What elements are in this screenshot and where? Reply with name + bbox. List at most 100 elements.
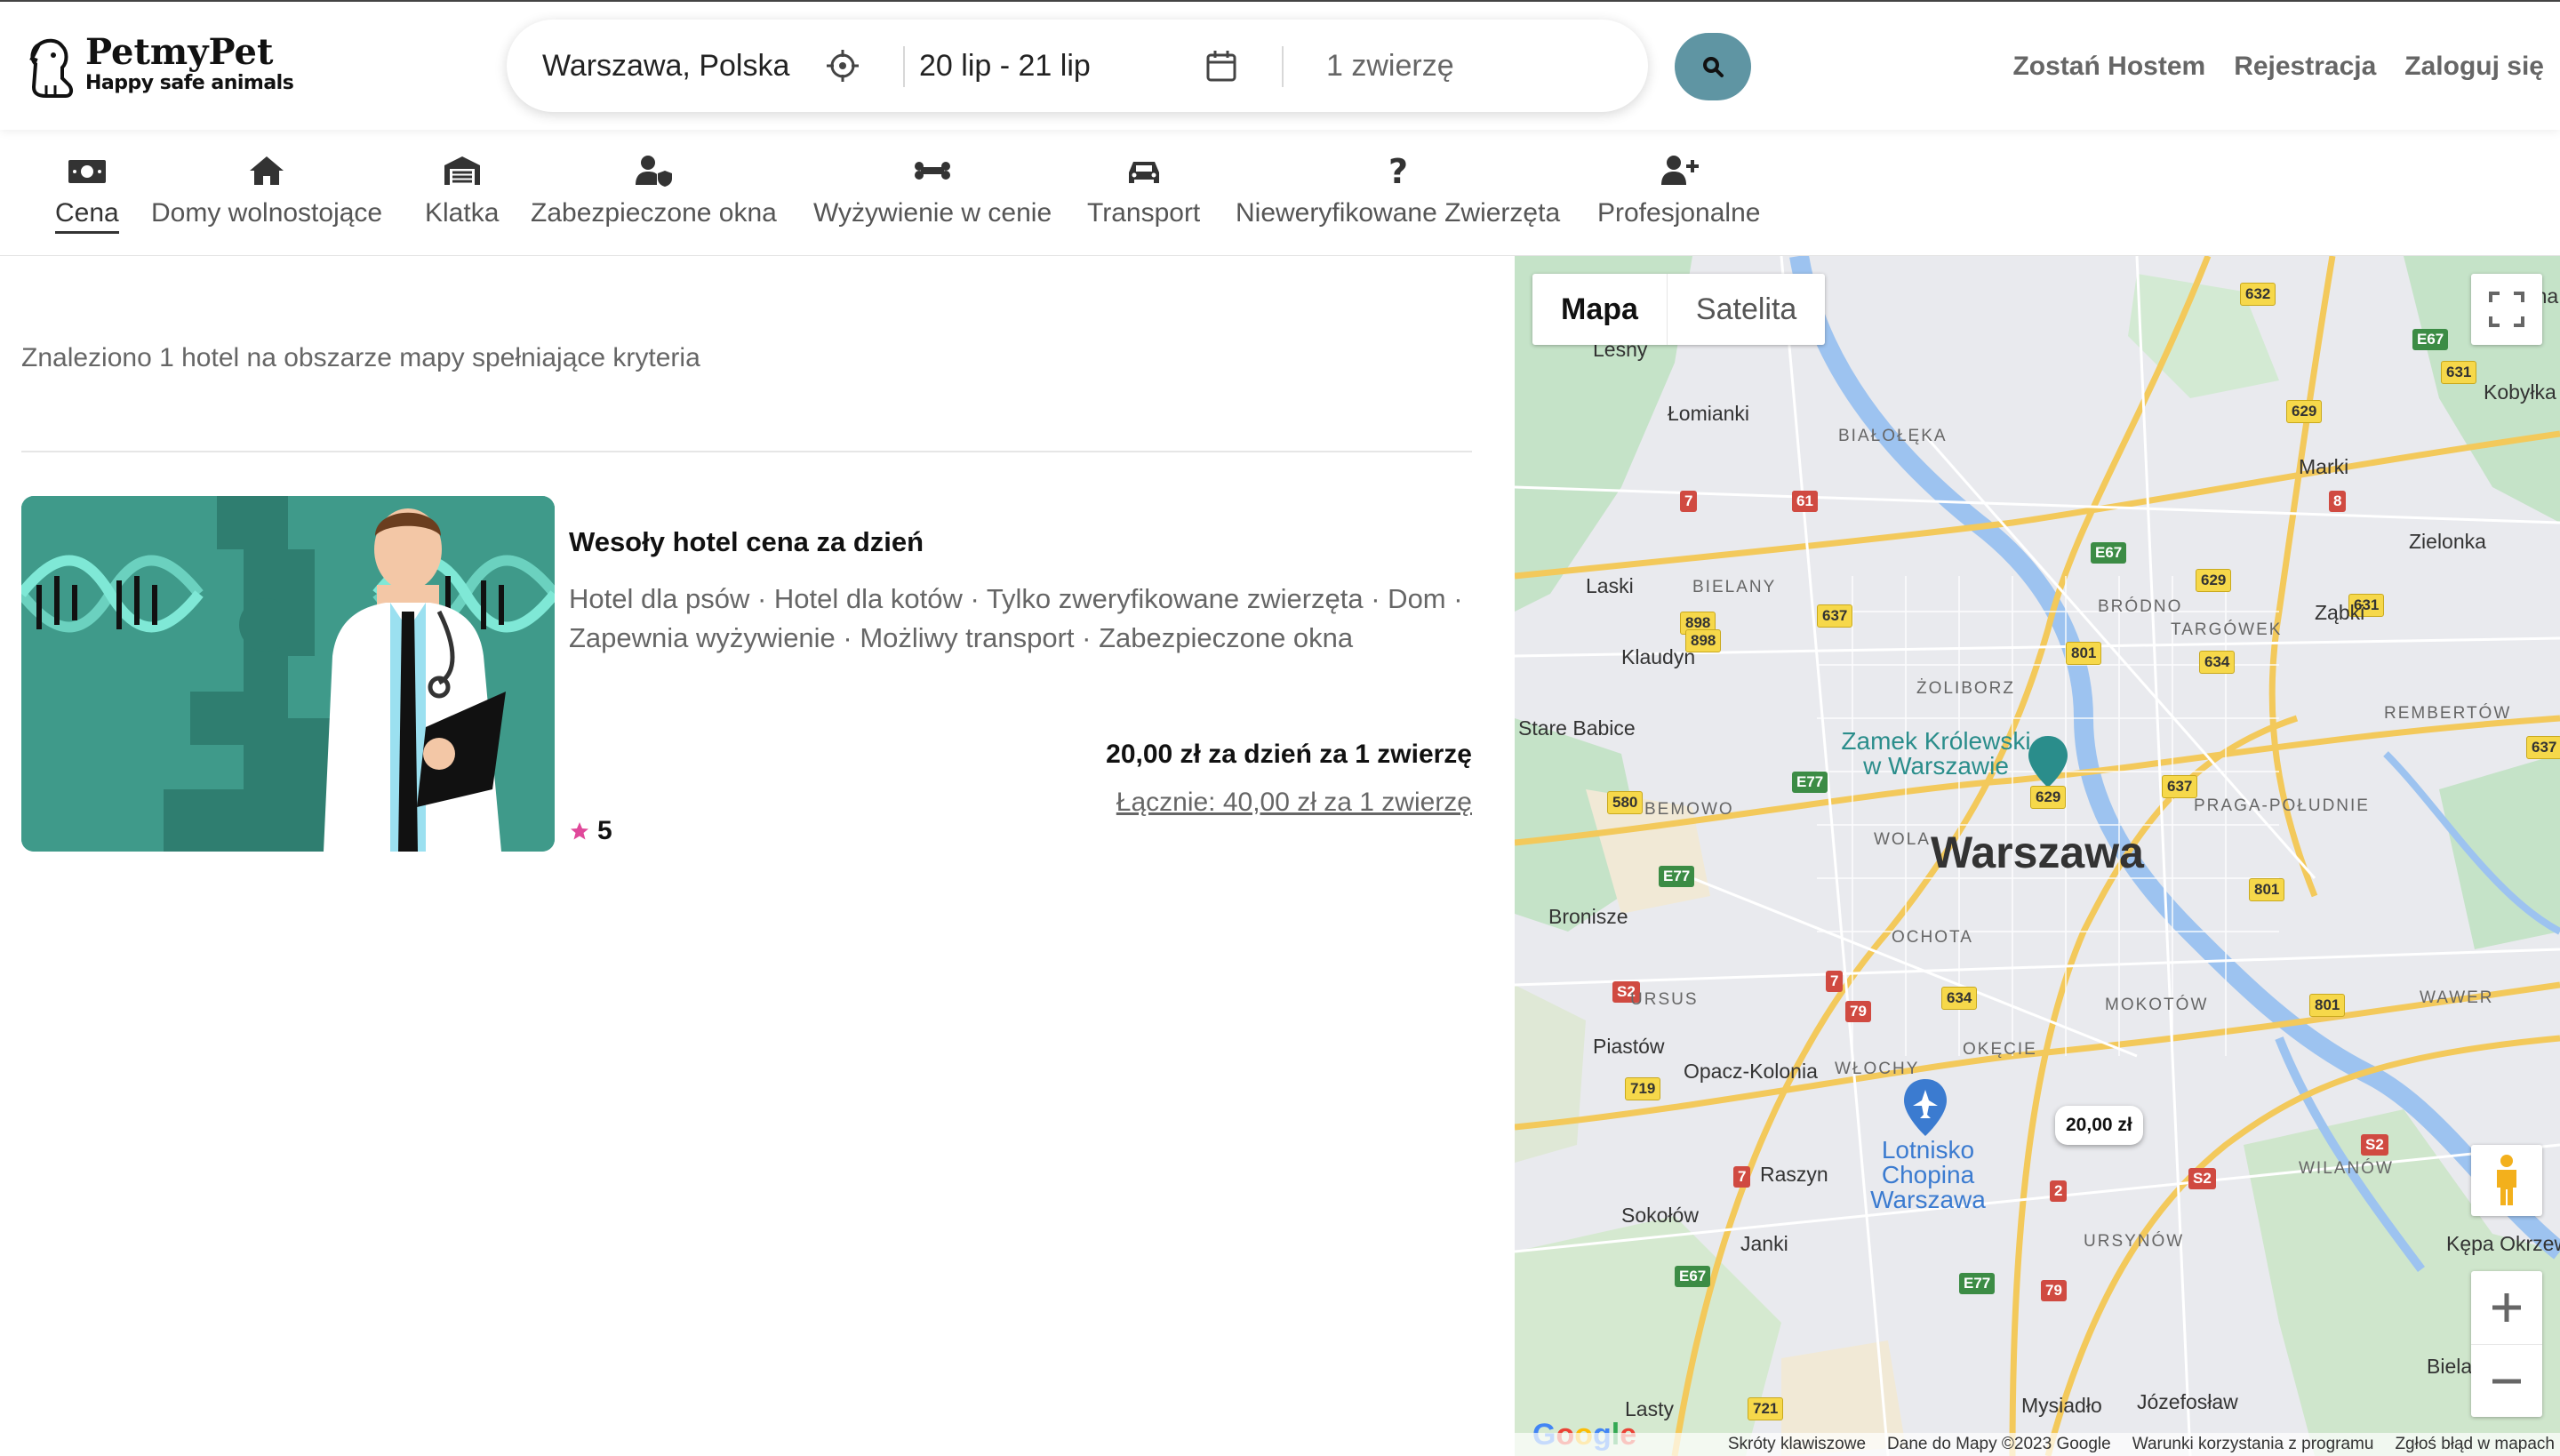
map-district-label: BIAŁOŁĘKA xyxy=(1838,427,1948,445)
road-shield: 637 xyxy=(2162,775,2198,798)
search-bar: Warszawa, Polska 20 lip - 21 lip 1 zwier… xyxy=(507,20,1648,112)
zoom-in-button[interactable] xyxy=(2471,1271,2542,1344)
hotel-price: 20,00 zł za dzień za 1 zwierzę xyxy=(1106,740,1472,769)
divider xyxy=(21,451,1472,452)
map-district-label: URSUS xyxy=(1630,990,1699,1009)
filter-cage[interactable]: Klatka xyxy=(425,153,499,231)
map-district-label: TARGÓWEK xyxy=(2171,620,2283,639)
dates-input[interactable]: 20 lip - 21 lip xyxy=(919,20,1091,112)
keyboard-shortcuts-link[interactable]: Skróty klawiszowe xyxy=(1728,1435,1866,1454)
road-shield: 61 xyxy=(1792,491,1818,512)
road-shield: 637 xyxy=(1817,604,1853,628)
hotel-total-price[interactable]: Łącznie: 40,00 zł za 1 zwierzę xyxy=(1116,788,1472,818)
road-shield: 634 xyxy=(1941,987,1978,1010)
pegman-icon xyxy=(2497,1155,2516,1205)
map-poi-castle[interactable]: Zamek Królewski w Warszawie xyxy=(1829,729,2043,779)
road-shield: 79 xyxy=(2041,1280,2067,1301)
road-shield: 721 xyxy=(1748,1397,1784,1420)
logo[interactable]: PetmyPet Happy safe animals xyxy=(27,31,294,100)
map-place-label: Raszyn xyxy=(1760,1163,1828,1186)
map[interactable]: 632 E67 631 629 61 61 xyxy=(1515,256,2560,1456)
road-shield: 2 xyxy=(2050,1180,2068,1202)
map-place-label: Stare Babice xyxy=(1518,716,1636,740)
map-data-credit: Dane do Mapy ©2023 Google xyxy=(1887,1435,2111,1453)
map-poi-airport[interactable]: Lotnisko Chopina Warszawa xyxy=(1852,1138,2004,1212)
filter-label: Klatka xyxy=(425,198,500,228)
road-shield: 79 xyxy=(1845,1001,1871,1022)
fullscreen-icon xyxy=(2489,292,2524,327)
map-place-label: Klaudyn xyxy=(1621,645,1696,668)
map-city-label: Warszawa xyxy=(1931,828,2144,877)
map-district-label: REMBERTÓW xyxy=(2384,704,2512,723)
minus-icon xyxy=(2492,1379,2521,1383)
hotel-image[interactable] xyxy=(21,496,555,852)
map-district-label: BIELANY xyxy=(1692,578,1777,596)
road-shield: 7 xyxy=(1680,491,1698,512)
filter-secured-windows[interactable]: Zabezpieczone okna xyxy=(531,153,777,231)
road-shield: E77 xyxy=(1659,866,1695,887)
filter-professional[interactable]: Profesjonalne xyxy=(1597,153,1760,231)
road-shield: 629 xyxy=(2286,400,2323,423)
become-host-link[interactable]: Zostań Hostem xyxy=(2012,52,2205,82)
map-price-marker[interactable]: 20,00 zł xyxy=(2055,1106,2143,1145)
filter-bar: Cena Domy wolnostojące Klatka Zabezpiecz… xyxy=(0,130,2560,256)
map-type-map-button[interactable]: Mapa xyxy=(1532,274,1667,345)
map-district-label: OCHOTA xyxy=(1892,928,1973,947)
user-shield-icon xyxy=(636,156,673,187)
map-place-label: Sokołów xyxy=(1621,1204,1699,1227)
search-button[interactable] xyxy=(1675,33,1751,100)
road-shield: S2 xyxy=(2188,1168,2216,1189)
header-nav: Zostań Hostem Rejestracja Zaloguj się xyxy=(2012,2,2544,132)
plus-icon xyxy=(2492,1293,2521,1322)
road-shield: 629 xyxy=(2030,786,2067,809)
calendar-icon[interactable] xyxy=(1204,48,1239,84)
logo-tagline: Happy safe animals xyxy=(85,72,294,94)
logo-name: PetmyPet xyxy=(85,31,274,73)
report-error-link[interactable]: Zgłoś błąd w mapach xyxy=(2395,1435,2555,1454)
house-icon xyxy=(250,156,284,185)
map-place-label: Opacz-Kolonia xyxy=(1684,1060,1818,1083)
filter-price[interactable]: Cena xyxy=(55,153,119,234)
filter-label: Zabezpieczone okna xyxy=(531,198,777,228)
hotel-title[interactable]: Wesoły hotel cena za dzień xyxy=(569,526,924,558)
map-district-label: BEMOWO xyxy=(1644,800,1734,819)
top-header: PetmyPet Happy safe animals Warszawa, Po… xyxy=(0,0,2560,130)
crosshair-location-icon[interactable] xyxy=(825,48,860,84)
pets-input[interactable]: 1 zwierzę xyxy=(1326,20,1454,112)
map-district-label: ŻOLIBORZ xyxy=(1916,679,2016,698)
terms-link[interactable]: Warunki korzystania z programu xyxy=(2132,1435,2374,1454)
map-footer: Skróty klawiszowe Dane do Mapy ©2023 Goo… xyxy=(1515,1433,2560,1456)
location-input[interactable]: Warszawa, Polska xyxy=(542,20,789,112)
zoom-control xyxy=(2471,1271,2542,1417)
bone-icon xyxy=(915,162,951,180)
road-shield: E67 xyxy=(2091,542,2127,564)
warehouse-icon xyxy=(444,156,480,185)
road-shield: 634 xyxy=(2199,651,2236,674)
filter-label: Nieweryfikowane Zwierzęta xyxy=(1236,198,1561,228)
hotel-features: Hotel dla psów · Hotel dla kotów · Tylko… xyxy=(569,583,1463,653)
doctor-illustration-icon xyxy=(21,496,555,852)
svg-text:?: ? xyxy=(1388,153,1408,188)
star-icon xyxy=(571,822,588,840)
map-place-label: Bronisze xyxy=(1548,905,1628,928)
question-icon: ? xyxy=(1388,153,1408,188)
filter-detached-houses[interactable]: Domy wolnostojące xyxy=(151,153,382,231)
map-type-satellite-button[interactable]: Satelita xyxy=(1666,274,1825,345)
map-place-label: Zielonka xyxy=(2409,530,2486,553)
street-view-button[interactable] xyxy=(2471,1145,2542,1216)
map-place-label: Ząbki xyxy=(2315,601,2365,624)
map-place-label: Marki xyxy=(2299,455,2349,478)
road-shield: 801 xyxy=(2309,994,2346,1017)
register-link[interactable]: Rejestracja xyxy=(2234,52,2376,82)
search-divider xyxy=(1282,46,1284,87)
fullscreen-button[interactable] xyxy=(2471,274,2542,345)
filter-food-included[interactable]: Wyżywienie w cenie xyxy=(813,153,1052,231)
filter-unverified-animals[interactable]: ? Nieweryfikowane Zwierzęta xyxy=(1236,153,1560,231)
map-type-control: Mapa Satelita xyxy=(1532,274,1826,345)
map-place-label: Kobyłka xyxy=(2484,380,2556,404)
zoom-out-button[interactable] xyxy=(2471,1344,2542,1417)
filter-transport[interactable]: Transport xyxy=(1087,153,1200,231)
road-shield: 637 xyxy=(2526,736,2560,759)
money-icon xyxy=(68,160,106,183)
login-link[interactable]: Zaloguj się xyxy=(2404,52,2544,82)
